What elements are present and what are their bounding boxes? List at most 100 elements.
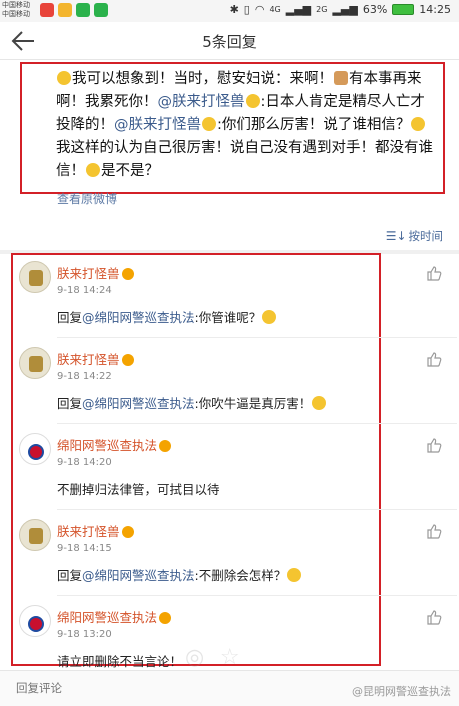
avatar[interactable]	[19, 519, 51, 551]
comment-text: 回复@绵阳网警巡查执法:不删除会怎样？	[57, 565, 302, 584]
emoji-icon	[287, 568, 302, 582]
reply-comment-input[interactable]	[16, 681, 176, 695]
wechat-icon	[76, 3, 90, 17]
username-text[interactable]: 朕来打怪兽	[57, 352, 120, 367]
emoji-icon	[245, 94, 260, 108]
sort-toggle[interactable]: ☰↓ 按时间	[386, 228, 443, 244]
mention-link[interactable]: @绵阳网警巡查执法	[82, 310, 195, 325]
emoji-icon	[334, 71, 348, 85]
signal-2-label: 2G	[316, 5, 328, 14]
comment-time: 9-18 14:20	[57, 457, 112, 468]
mention-link[interactable]: @绵阳网警巡查执法	[82, 396, 195, 411]
top-bar: 5条回复	[0, 22, 459, 60]
like-thumb-icon[interactable]	[426, 523, 442, 539]
post-text-segment: 我可以想象到！当时，慰安妇说：来啊！	[72, 71, 333, 87]
emoji-icon	[57, 71, 71, 85]
verified-badge-icon	[121, 526, 134, 538]
emoji-icon	[312, 396, 327, 410]
comment-time: 9-18 13:20	[57, 629, 112, 640]
police-badge-icon	[28, 444, 44, 460]
like-thumb-icon[interactable]	[426, 265, 442, 281]
comment-body: :你管谁呢？	[194, 310, 262, 325]
bluetooth-icon: ✱	[229, 3, 239, 16]
like-thumb-icon[interactable]	[426, 609, 442, 625]
bottom-bar: @昆明网警巡查执法	[0, 670, 459, 706]
post-text-segment: :你们那么厉害！说了谁相信？	[217, 117, 411, 133]
like-thumb-icon[interactable]	[426, 351, 442, 367]
carrier-1: 中国移动	[2, 1, 30, 9]
avatar[interactable]	[19, 261, 51, 293]
carrier-labels: 中国移动 中国移动	[2, 1, 30, 19]
post-text-segment: 是不是？	[101, 163, 159, 179]
mention-link[interactable]: @绵阳网警巡查执法	[82, 568, 195, 583]
reply-prefix: 回复	[57, 396, 83, 411]
emoji-icon	[86, 163, 100, 177]
comment-username[interactable]: 朕来打怪兽	[57, 521, 134, 540]
comment-time: 9-18 14:15	[57, 543, 112, 554]
comment-username[interactable]: 绵阳网警巡查执法	[57, 607, 172, 626]
comment-body: 不删掉归法律管，可拭目以待	[57, 482, 220, 497]
verified-badge-icon	[159, 612, 172, 624]
view-original-link[interactable]: 查看原微博	[57, 190, 117, 207]
avatar[interactable]	[19, 605, 51, 637]
comment-body: :你吹牛逼是真厉害！	[194, 396, 312, 411]
comment-separator	[57, 509, 457, 510]
mention-link[interactable]: @朕来打怪兽	[114, 117, 201, 133]
comment-text: 请立即删除不当言论！	[57, 651, 182, 670]
emoji-icon	[202, 117, 216, 131]
weibo-icon	[40, 3, 54, 17]
verified-badge-icon	[121, 354, 134, 366]
carrier-2: 中国移动	[2, 10, 30, 18]
signal-1-label: 4G	[269, 5, 281, 14]
verified-badge-icon	[121, 268, 134, 280]
comment-time: 9-18 14:24	[57, 285, 112, 296]
cartoon-avatar-icon	[29, 528, 43, 544]
reply-prefix: 回复	[57, 310, 83, 325]
wifi-icon: ◠	[254, 3, 265, 16]
status-right: ✱ ▯ ◠ 4G ▂▄▆ 2G ▂▄▆ 63% 14:25	[230, 3, 451, 16]
username-text[interactable]: 绵阳网警巡查执法	[57, 610, 157, 625]
watermark-text: @昆明网警巡查执法	[352, 685, 451, 698]
watermark-logo: ◎ ☆	[185, 645, 244, 670]
username-text[interactable]: 绵阳网警巡查执法	[57, 438, 157, 453]
comment-username[interactable]: 朕来打怪兽	[57, 349, 134, 368]
avatar[interactable]	[19, 433, 51, 465]
battery-percent: 63%	[362, 3, 388, 16]
comment-separator	[57, 595, 457, 596]
comment-separator	[57, 423, 457, 424]
police-badge-icon	[28, 616, 44, 632]
signal-icon: ▂▄▆	[285, 3, 312, 16]
comment-text: 回复@绵阳网警巡查执法:你管谁呢？	[57, 307, 277, 326]
reply-prefix: 回复	[57, 568, 83, 583]
comment-text: 不删掉归法律管，可拭目以待	[57, 479, 220, 498]
comment-time: 9-18 14:22	[57, 371, 112, 382]
emoji-icon	[411, 117, 426, 131]
sort-label: 按时间	[408, 229, 444, 243]
notification-icons	[40, 3, 108, 17]
cartoon-avatar-icon	[29, 356, 43, 372]
vibrate-icon: ▯	[243, 3, 250, 16]
wechat-icon	[94, 3, 108, 17]
comment-separator	[57, 337, 457, 338]
post-text: 我可以想象到！当时，慰安妇说：来啊！ 有本事再来啊！我累死你！@朕来打怪兽:日本人…	[56, 68, 435, 183]
clock: 14:25	[419, 3, 451, 16]
status-bar: 中国移动 中国移动 ✱ ▯ ◠ 4G ▂▄▆ 2G ▂▄▆ 63% 14:25	[0, 0, 459, 22]
sort-icon: ☰↓	[385, 229, 407, 243]
comments-list: 朕来打怪兽 9-18 14:24 回复@绵阳网警巡查执法:你管谁呢？ 朕来打怪兽 9-1…	[11, 253, 457, 669]
original-post: 我可以想象到！当时，慰安妇说：来啊！ 有本事再来啊！我累死你！@朕来打怪兽:日本人…	[20, 62, 445, 194]
page-title: 5条回复	[202, 33, 257, 51]
comment-username[interactable]: 朕来打怪兽	[57, 263, 134, 282]
mention-link[interactable]: @朕来打怪兽	[158, 94, 245, 110]
battery-icon	[392, 4, 415, 15]
comment-body: 请立即删除不当言论！	[57, 654, 183, 669]
comment-username[interactable]: 绵阳网警巡查执法	[57, 435, 172, 454]
username-text[interactable]: 朕来打怪兽	[57, 266, 120, 281]
avatar[interactable]	[19, 347, 51, 379]
cartoon-avatar-icon	[29, 270, 43, 286]
comment-body: :不删除会怎样？	[194, 568, 287, 583]
emoji-icon	[262, 310, 277, 324]
like-thumb-icon[interactable]	[426, 437, 442, 453]
signal-icon: ▂▄▆	[332, 3, 358, 16]
verified-badge-icon	[159, 440, 172, 452]
username-text[interactable]: 朕来打怪兽	[57, 524, 120, 539]
